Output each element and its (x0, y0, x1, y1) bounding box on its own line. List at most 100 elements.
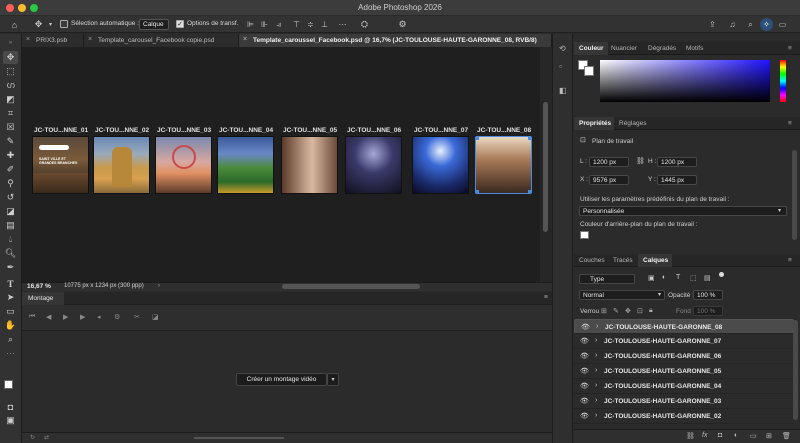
chevron-down-icon[interactable]: ▾ (44, 18, 57, 31)
3d-mode-icon[interactable]: ⛭ (358, 18, 371, 31)
hand-tool[interactable]: ✋ (3, 319, 18, 332)
close-tab-icon[interactable]: × (243, 36, 247, 43)
comments-icon[interactable]: ▫ (559, 62, 562, 71)
lock-position-icon[interactable]: ✥ (625, 307, 631, 315)
horizontal-scroll-thumb[interactable] (282, 284, 420, 289)
tab-proprietes[interactable]: Propriétés (579, 120, 611, 127)
y-field[interactable]: 1445 px (657, 175, 697, 185)
panel-menu-icon[interactable]: ≡ (788, 45, 792, 52)
frame-tool[interactable]: ☒ (3, 121, 18, 134)
eraser-tool[interactable]: ◪ (3, 205, 18, 218)
mute-icon[interactable]: ◂ (97, 313, 101, 321)
lasso-tool[interactable]: ഗ (3, 79, 18, 92)
layer-row[interactable]: 👁︎ › JC-TOULOUSE-HAUTE-GARONNE_02 (574, 409, 794, 424)
settings-gear-icon[interactable]: ⚙ (114, 313, 120, 321)
visibility-eye-icon[interactable]: 👁︎ (580, 397, 589, 405)
expand-arrow-icon[interactable]: › (595, 352, 597, 359)
search-icon[interactable]: ⌕ (744, 18, 757, 31)
chevron-down-icon[interactable]: ▾ (658, 291, 661, 298)
tab-reglages[interactable]: Réglages (619, 120, 646, 127)
chevron-down-icon[interactable]: ▾ (327, 373, 339, 386)
align-right-icon[interactable]: ⫣ (272, 18, 285, 31)
visibility-eye-icon[interactable]: 👁︎ (581, 323, 590, 331)
play-icon[interactable]: ▶ (63, 313, 68, 321)
align-bottom-icon[interactable]: ⊥ (318, 18, 331, 31)
tab-nuancier[interactable]: Nuancier (611, 45, 637, 52)
artboard-03[interactable] (155, 136, 212, 194)
color-picker-field[interactable] (600, 60, 770, 102)
transition-icon[interactable]: ◪ (152, 313, 159, 321)
tab-template-active[interactable]: × Template_caroussel_Facebook.psd @ 16,7%… (239, 34, 552, 47)
auto-select-target-dropdown[interactable]: Calque (139, 19, 169, 30)
height-field[interactable]: 1200 px (657, 157, 697, 167)
toolbar-collapse-icon[interactable]: » (3, 36, 18, 49)
fill-field[interactable]: 100 % (693, 306, 723, 316)
tab-degrades[interactable]: Dégradés (648, 45, 676, 52)
artboard-08-selected[interactable] (475, 136, 532, 194)
split-clip-icon[interactable]: ✂ (134, 313, 140, 321)
layer-style-icon[interactable]: fx (702, 432, 707, 439)
render-video-icon[interactable]: ↻ (30, 434, 35, 441)
artboard-label-03[interactable]: JC-TOU...NNE_03 (157, 127, 211, 134)
object-selection-tool[interactable]: ◩ (3, 93, 18, 106)
visibility-eye-icon[interactable]: 👁︎ (580, 382, 589, 390)
distribute-icon[interactable]: ⋯ (336, 18, 349, 31)
document-size[interactable]: 10775 px x 1234 px (300 ppp) (64, 283, 144, 289)
zoom-level[interactable]: 16,67 % (27, 283, 51, 290)
next-frame-icon[interactable]: ▶ (80, 313, 85, 321)
quick-mask-icon[interactable]: ◘ (3, 400, 18, 413)
notifications-icon[interactable]: ♫ (726, 18, 739, 31)
foreground-color-swatch[interactable] (4, 380, 13, 389)
tab-montage[interactable]: Montage (22, 292, 64, 305)
new-group-icon[interactable]: ▭ (750, 432, 757, 440)
history-brush-tool[interactable]: ↺ (3, 191, 18, 204)
artboard-05[interactable] (281, 136, 338, 194)
layer-row[interactable]: 👁︎ › JC-TOULOUSE-HAUTE-GARONNE_04 (574, 379, 794, 394)
timeline-zoom-slider[interactable] (194, 437, 284, 439)
layer-mask-icon[interactable]: ◘ (718, 432, 722, 439)
create-video-timeline-button[interactable]: Créer un montage vidéo (236, 373, 327, 386)
marquee-tool[interactable]: ⬚ (3, 65, 18, 78)
visibility-eye-icon[interactable]: 👁︎ (580, 337, 589, 345)
artboard-label-06[interactable]: JC-TOU...NNE_06 (347, 127, 401, 134)
expand-arrow-icon[interactable]: › (595, 397, 597, 404)
tab-template-copie[interactable]: × Template_carousel_Facebook copie.psd (84, 34, 239, 47)
artboard-01[interactable]: SAINT VILLE ET GRANDES BRANCHES (32, 136, 89, 194)
type-tool[interactable]: T (3, 277, 18, 290)
filter-toggle-icon[interactable] (719, 272, 724, 277)
tab-prix3[interactable]: × PRIX3.psb (22, 34, 84, 47)
blur-tool[interactable]: 💧︎ (3, 233, 18, 246)
link-icon[interactable]: ⛓ (636, 157, 645, 165)
width-field[interactable]: 1200 px (589, 157, 629, 167)
workspace-icon[interactable]: ▭ (776, 18, 789, 31)
layer-row[interactable]: 👁︎ › JC-TOULOUSE-HAUTE-GARONNE_07 (574, 334, 794, 349)
artboard-label-05[interactable]: JC-TOU...NNE_05 (283, 127, 337, 134)
vertical-scroll-thumb[interactable] (543, 102, 548, 232)
align-left-icon[interactable]: ⊫ (244, 18, 257, 31)
auto-select-checkbox[interactable] (60, 20, 68, 28)
background-swatch[interactable] (584, 66, 594, 76)
visibility-eye-icon[interactable]: 👁︎ (580, 412, 589, 420)
share-icon[interactable]: ⇪ (706, 18, 719, 31)
healing-brush-tool[interactable]: ✚ (3, 149, 18, 162)
adjustment-layer-icon[interactable]: ◐ (734, 432, 738, 439)
opacity-field[interactable]: 100 % (693, 290, 723, 300)
artboard-label-02[interactable]: JC-TOU...NNE_02 (95, 127, 149, 134)
preset-dropdown[interactable]: Personnalisée (579, 206, 787, 216)
lock-transparent-icon[interactable]: ⊞ (601, 307, 607, 315)
layers-scrollbar[interactable] (793, 320, 798, 420)
artboard-07[interactable] (412, 136, 469, 194)
artboard-background-swatch[interactable] (580, 231, 589, 239)
artboard-label-04[interactable]: JC-TOU...NNE_04 (219, 127, 273, 134)
layer-row[interactable]: 👁︎ › JC-TOULOUSE-HAUTE-GARONNE_06 (574, 349, 794, 364)
artboard-04[interactable] (217, 136, 274, 194)
panel-menu-icon[interactable]: ≡ (788, 120, 792, 127)
settings-gear-icon[interactable]: ⚙ (396, 18, 409, 31)
align-top-icon[interactable]: ⊤ (290, 18, 303, 31)
history-icon[interactable]: ⟲ (559, 44, 566, 53)
brush-tool[interactable]: ✐ (3, 163, 18, 176)
status-menu-icon[interactable]: › (158, 283, 160, 289)
previous-frame-icon[interactable]: ◀ (46, 313, 51, 321)
expand-arrow-icon[interactable]: › (595, 367, 597, 374)
expand-arrow-icon[interactable]: › (595, 412, 597, 419)
